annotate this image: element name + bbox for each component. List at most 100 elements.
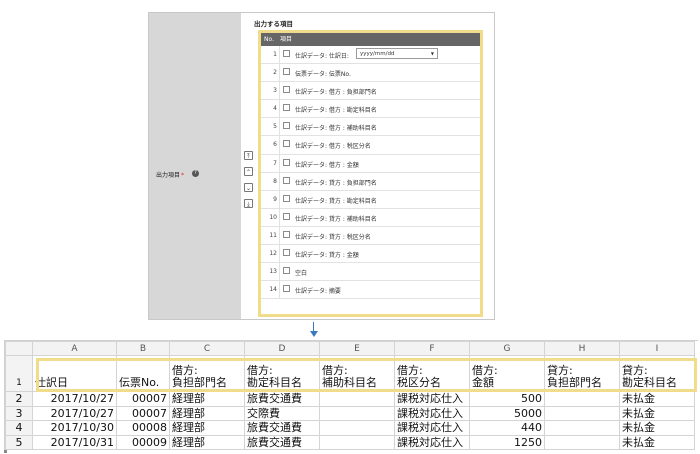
- row-divider: [279, 190, 280, 208]
- move-bottom-button[interactable]: ⤓: [244, 199, 253, 208]
- column-header[interactable]: F: [394, 341, 470, 356]
- data-cell[interactable]: [319, 434, 395, 450]
- data-cell[interactable]: [319, 420, 395, 436]
- data-cell[interactable]: 2017/10/27: [32, 405, 117, 421]
- data-cell[interactable]: 旅費交通費: [244, 434, 320, 450]
- item-row[interactable]: 10 仕訳データ: 貸方 : 補助科目名: [261, 208, 480, 227]
- data-cell[interactable]: 5000: [469, 405, 545, 421]
- item-row[interactable]: 14 仕訳データ: 摘要: [261, 281, 480, 300]
- row-header[interactable]: 1: [5, 355, 33, 392]
- move-up-button[interactable]: ⌃: [244, 167, 253, 176]
- data-cell[interactable]: [544, 391, 620, 407]
- row-header[interactable]: 4: [5, 420, 33, 436]
- corner-cell[interactable]: [5, 341, 33, 356]
- row-header[interactable]: 2: [5, 391, 33, 407]
- item-row[interactable]: 7 仕訳データ: 借方 : 金額: [261, 154, 480, 173]
- item-row[interactable]: 9 仕訳データ: 貸方 : 勘定科目名: [261, 190, 480, 209]
- data-cell[interactable]: 未払金: [619, 391, 695, 407]
- item-checkbox[interactable]: [283, 212, 290, 220]
- data-cell[interactable]: 課税対応仕入: [394, 391, 470, 407]
- output-items-list: No. 項目 1 仕訳データ: 仕訳日: yyyy/mm/dd ▼ 2 伝票データ: 伝票…: [258, 30, 483, 317]
- column-header[interactable]: E: [319, 341, 395, 356]
- item-checkbox[interactable]: [283, 104, 290, 112]
- item-checkbox[interactable]: [283, 267, 290, 275]
- column-header[interactable]: A: [32, 341, 117, 356]
- data-cell[interactable]: 旅費交通費: [244, 391, 320, 407]
- header-cell[interactable]: 仕訳日: [32, 355, 117, 392]
- column-header[interactable]: I: [619, 341, 695, 356]
- header-cell[interactable]: 借方: 補助科目名: [319, 355, 395, 392]
- data-cell[interactable]: 500: [469, 391, 545, 407]
- data-cell[interactable]: 課税対応仕入: [394, 434, 470, 450]
- item-row[interactable]: 12 仕訳データ: 貸方 : 金額: [261, 245, 480, 264]
- data-cell[interactable]: 00008: [116, 420, 170, 436]
- data-cell[interactable]: [319, 405, 395, 421]
- data-cell[interactable]: [544, 405, 620, 421]
- data-cell[interactable]: 交際費: [244, 405, 320, 421]
- column-header[interactable]: C: [169, 341, 245, 356]
- item-checkbox[interactable]: [283, 176, 290, 184]
- data-cell[interactable]: 課税対応仕入: [394, 420, 470, 436]
- data-cell[interactable]: 2017/10/31: [32, 434, 117, 450]
- data-cell[interactable]: 00007: [116, 391, 170, 407]
- column-header[interactable]: D: [244, 341, 320, 356]
- data-cell[interactable]: 経理部: [169, 420, 245, 436]
- data-cell[interactable]: 00007: [116, 405, 170, 421]
- item-row[interactable]: 3 仕訳データ: 借方 : 負担部門名: [261, 82, 480, 101]
- column-header[interactable]: B: [116, 341, 170, 356]
- item-row[interactable]: 5 仕訳データ: 借方 : 補助科目名: [261, 118, 480, 137]
- item-row[interactable]: 11 仕訳データ: 貸方 : 税区分名: [261, 226, 480, 246]
- header-cell[interactable]: 借方: 勘定科目名: [244, 355, 320, 392]
- item-label: 仕訳データ: 仕訳日:: [295, 53, 349, 60]
- data-cell[interactable]: 未払金: [619, 434, 695, 450]
- data-cell[interactable]: 00009: [116, 434, 170, 450]
- item-row[interactable]: 13 空白: [261, 263, 480, 282]
- item-row[interactable]: 2 伝票データ: 伝票No.: [261, 64, 480, 83]
- item-checkbox[interactable]: [283, 249, 290, 257]
- data-cell[interactable]: 経理部: [169, 391, 245, 407]
- data-cell[interactable]: 1250: [469, 434, 545, 450]
- item-checkbox[interactable]: [283, 285, 290, 293]
- data-cell[interactable]: 440: [469, 420, 545, 436]
- data-cell[interactable]: [544, 434, 620, 450]
- item-row[interactable]: 6 仕訳データ: 借方 : 税区分名: [261, 136, 480, 155]
- item-checkbox[interactable]: [283, 140, 290, 148]
- data-cell[interactable]: 経理部: [169, 434, 245, 450]
- data-cell[interactable]: 経理部: [169, 405, 245, 421]
- item-checkbox[interactable]: [283, 68, 290, 76]
- data-cell[interactable]: [544, 420, 620, 436]
- spreadsheet-grid: A B C D E F G H I 1 仕訳日 伝票No. 借方: 負担部門名 借方: 勘定科目名 借方: 補助科…: [5, 341, 695, 450]
- data-cell[interactable]: 旅費交通費: [244, 420, 320, 436]
- data-cell[interactable]: [319, 391, 395, 407]
- header-cell[interactable]: 借方: 税区分名: [394, 355, 470, 392]
- date-format-select[interactable]: yyyy/mm/dd ▼: [356, 48, 438, 59]
- header-cell[interactable]: 借方: 負担部門名: [169, 355, 245, 392]
- item-checkbox[interactable]: [283, 194, 290, 202]
- data-cell[interactable]: 課税対応仕入: [394, 405, 470, 421]
- data-cell[interactable]: 未払金: [619, 420, 695, 436]
- header-cell[interactable]: 貸方: 勘定科目名: [619, 355, 695, 392]
- header-cell[interactable]: 伝票No.: [116, 355, 170, 392]
- data-cell[interactable]: 2017/10/27: [32, 391, 117, 407]
- row-header[interactable]: 5: [5, 434, 33, 450]
- item-label: 仕訳データ: 借方 : 税区分名: [295, 143, 371, 151]
- column-header[interactable]: H: [544, 341, 620, 356]
- move-top-button[interactable]: ⤒: [244, 151, 253, 160]
- column-header[interactable]: G: [469, 341, 545, 356]
- item-checkbox[interactable]: [283, 50, 290, 57]
- header-cell[interactable]: 借方: 金額: [469, 355, 545, 392]
- item-checkbox[interactable]: [283, 230, 290, 238]
- item-row[interactable]: 8 仕訳データ: 貸方 : 負担部門名: [261, 172, 480, 191]
- header-cell[interactable]: 貸方: 負担部門名: [544, 355, 620, 392]
- data-cell[interactable]: 2017/10/30: [32, 420, 117, 436]
- item-row[interactable]: 4 仕訳データ: 借方 : 勘定科目名: [261, 100, 480, 119]
- item-checkbox[interactable]: [283, 86, 290, 94]
- item-checkbox[interactable]: [283, 122, 290, 130]
- row-header[interactable]: 3: [5, 405, 33, 421]
- move-down-button[interactable]: ⌄: [244, 183, 253, 192]
- item-number: 12: [269, 250, 277, 258]
- help-icon[interactable]: ?: [192, 170, 199, 177]
- data-cell[interactable]: 未払金: [619, 405, 695, 421]
- item-row[interactable]: 1 仕訳データ: 仕訳日: yyyy/mm/dd ▼: [261, 46, 480, 65]
- item-checkbox[interactable]: [283, 158, 290, 166]
